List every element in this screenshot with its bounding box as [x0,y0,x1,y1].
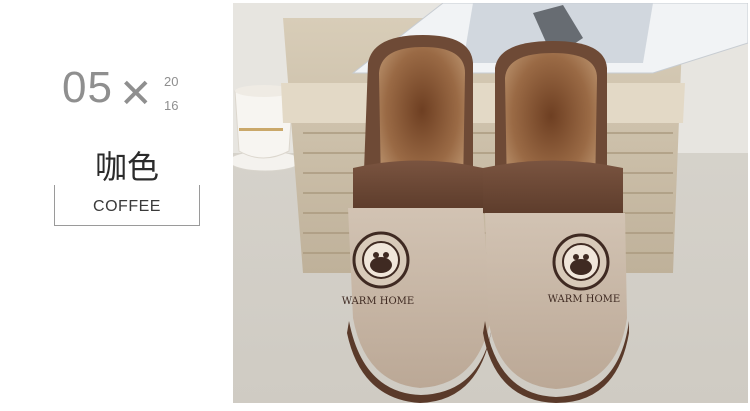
product-photo: WARM HOME WARM HOME [233,3,748,403]
variant-label-panel: 05 ✕ 20 16 咖色 COFFEE [0,0,232,411]
separator-icon: ✕ [119,72,153,116]
slippers-illustration: WARM HOME WARM HOME [233,3,748,403]
variant-number: 05 [62,63,113,112]
monkey-logo-icon-right [552,233,610,291]
right-badge-text: WARM HOME [548,294,620,305]
color-name-chinese-text: 咖色 [88,148,165,186]
color-name-english: COFFEE [93,198,161,215]
left-badge-text: WARM HOME [342,296,414,307]
monkey-logo-icon-left [352,231,410,289]
color-name-chinese: 咖色 [54,148,200,186]
year-bottom: 16 [164,98,179,113]
year-top: 20 [164,74,179,89]
